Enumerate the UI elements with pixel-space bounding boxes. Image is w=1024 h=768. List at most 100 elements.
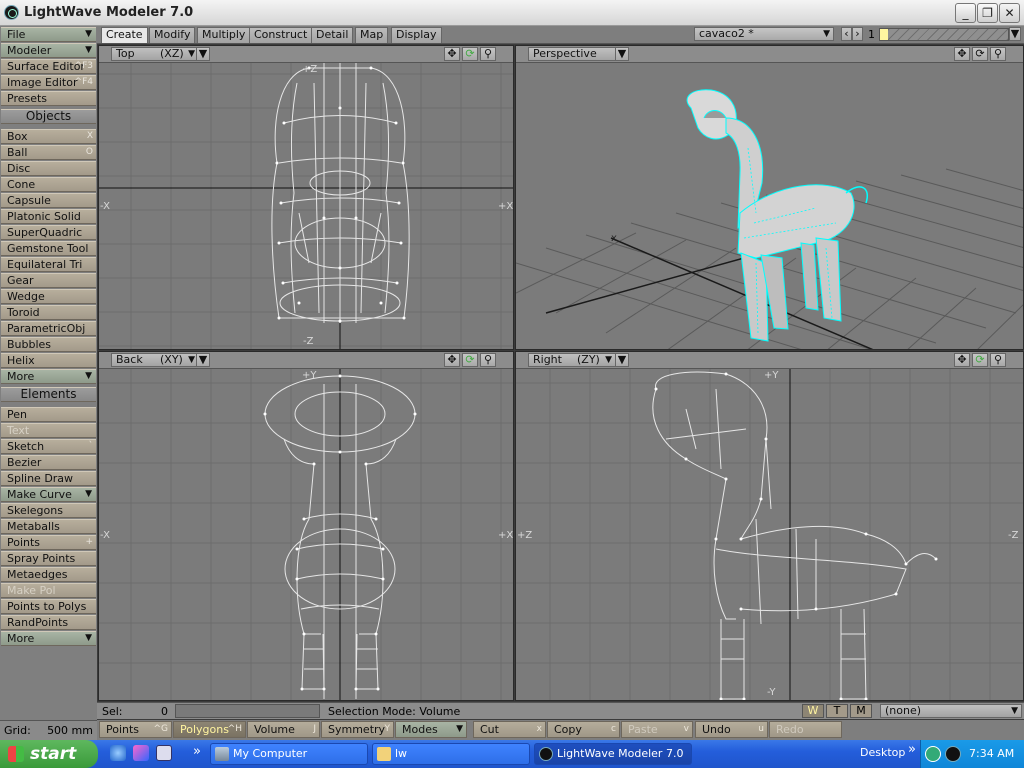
viewport-top-canvas[interactable] [99,63,514,350]
tool-button-bubbles[interactable]: Bubbles [1,337,96,352]
rotate-icon[interactable]: ⟳ [462,47,478,61]
tool-button-image-editor[interactable]: Image Editor ^F4 [1,75,96,90]
tool-button-points-to-polys[interactable]: Points to Polys [1,599,96,614]
tool-button-spray-points[interactable]: Spray Points [1,551,96,566]
tool-button-presets[interactable]: Presets [1,91,96,106]
tool-button-pen[interactable]: Pen [1,407,96,422]
zoom-icon[interactable]: ⚲ [480,47,496,61]
tool-button-make-curve[interactable]: Make Curve ▼ [1,487,96,502]
start-button[interactable]: start [0,740,98,768]
viewport-top-render-mode-icon[interactable]: ▼ [196,47,210,61]
zoom-icon[interactable]: ⚲ [480,353,496,367]
taskbar-item-lw[interactable]: lw [372,743,530,765]
tab-map[interactable]: Map [355,27,389,43]
tool-button-cone[interactable]: Cone [1,177,96,192]
tool-button-metaedges[interactable]: Metaedges [1,567,96,582]
tool-button-ball[interactable]: Ball O [1,145,96,160]
rotate-icon[interactable]: ⟳ [972,353,988,367]
clock[interactable]: 7:34 AM [969,740,1014,768]
tab-construct[interactable]: Construct [249,27,313,43]
tool-button-randpoints[interactable]: RandPoints [1,615,96,630]
texture-toggle[interactable]: T [826,704,848,718]
taskbar-item-lightwave[interactable]: LightWave Modeler 7.0 [534,743,692,765]
tab-create[interactable]: Create [101,27,148,43]
pan-icon[interactable]: ✥ [444,353,460,367]
close-button[interactable]: ✕ [999,3,1020,23]
viewport-right-render-mode-icon[interactable]: ▼ [615,353,629,367]
morph-toggle[interactable]: M [850,704,872,718]
tool-button-file[interactable]: File ▼ [1,27,96,42]
tool-button-gemstone-tool[interactable]: Gemstone Tool [1,241,96,256]
modes-dropdown[interactable]: Modes ▼ [395,721,467,738]
tool-button-metaballs[interactable]: Metaballs [1,519,96,534]
tab-detail[interactable]: Detail [311,27,354,43]
tool-button-modeler[interactable]: Modeler ▼ [1,43,96,58]
active-layer-slot[interactable] [880,29,888,40]
internet-explorer-icon[interactable] [110,745,126,761]
viewport-perspective-view-select[interactable]: Perspective ▼ [528,47,626,61]
prev-layer-icon[interactable]: ‹ [841,27,852,41]
paste-button[interactable]: Paste v [621,721,693,738]
undo-button[interactable]: Undo u [695,721,768,738]
viewport-back-render-mode-icon[interactable]: ▼ [196,353,210,367]
rotate-icon[interactable]: ⟳ [462,353,478,367]
tool-button-make-pol[interactable]: Make Pol [1,583,96,598]
tool-button-skelegons[interactable]: Skelegons [1,503,96,518]
viewport-right-canvas[interactable] [516,369,1024,701]
pan-icon[interactable]: ✥ [954,47,970,61]
viewport-right[interactable]: Right (ZY) ▼ ▼ ✥ ⟳ ⚲ +Y -Y +Z -Z [515,351,1024,701]
tool-button-more[interactable]: More ▼ [1,631,96,646]
lightwave-tray-icon[interactable] [945,746,961,762]
quicklaunch-app-icon[interactable] [133,745,149,761]
tool-button-bezier[interactable]: Bezier [1,455,96,470]
minimize-button[interactable]: _ [955,3,976,23]
object-selector[interactable]: cavaco2 * ▼ [694,27,834,41]
tab-display[interactable]: Display [391,27,442,43]
pan-icon[interactable]: ✥ [444,47,460,61]
cut-button[interactable]: Cut x [473,721,546,738]
points-mode-button[interactable]: Points ^G [99,721,172,738]
copy-button[interactable]: Copy c [547,721,620,738]
tool-button-points[interactable]: Points + [1,535,96,550]
tab-modify[interactable]: Modify [149,27,196,43]
show-desktop-icon[interactable] [156,745,172,761]
viewport-top[interactable]: Top (XZ) ▼ ▼ ✥ ⟳ ⚲ +Z -Z -X +X [98,45,514,350]
desktop-toolbar-label[interactable]: Desktop [860,746,905,759]
viewport-perspective[interactable]: Perspective ▼ ▼ ✥ ⟳ ⚲ x [515,45,1024,350]
zoom-icon[interactable]: ⚲ [990,353,1006,367]
tool-button-platonic-solid[interactable]: Platonic Solid [1,209,96,224]
viewport-back-view-select[interactable]: Back (XY) ▼ [111,353,199,367]
taskbar-item-my-computer[interactable]: My Computer [210,743,368,765]
viewport-perspective-render-mode-icon[interactable]: ▼ [615,47,629,61]
viewport-back[interactable]: Back (XY) ▼ ▼ ✥ ⟳ ⚲ +Y -X +X [98,351,514,701]
wireframe-toggle[interactable]: W [802,704,824,718]
viewport-top-view-select[interactable]: Top (XZ) ▼ [111,47,199,61]
tab-multiply[interactable]: Multiply [197,27,251,43]
tool-button-gear[interactable]: Gear [1,273,96,288]
tool-button-box[interactable]: Box X [1,129,96,144]
tool-button-spline-draw[interactable]: Spline Draw [1,471,96,486]
polygons-mode-button[interactable]: Polygons ^H [173,721,246,738]
surface-select[interactable]: (none) ▼ [880,704,1022,718]
pan-icon[interactable]: ✥ [954,353,970,367]
tray-arrow-icon[interactable] [925,746,941,762]
tool-button-toroid[interactable]: Toroid [1,305,96,320]
tool-button-wedge[interactable]: Wedge [1,289,96,304]
redo-button[interactable]: Redo [769,721,842,738]
rotate-icon[interactable]: ⟳ [972,47,988,61]
tool-button-parametricobj[interactable]: ParametricObj [1,321,96,336]
tool-button-capsule[interactable]: Capsule [1,193,96,208]
next-layer-icon[interactable]: › [852,27,863,41]
tool-button-equilateral-tri[interactable]: Equilateral Tri [1,257,96,272]
layer-bank-dropdown-icon[interactable]: ▼ [1009,27,1021,41]
volume-mode-button[interactable]: Volume J [247,721,320,738]
tool-button-superquadric[interactable]: SuperQuadric [1,225,96,240]
tool-button-helix[interactable]: Helix [1,353,96,368]
lightwave-app-icon[interactable] [4,5,19,20]
symmetry-button[interactable]: Symmetry Y [321,721,394,738]
tool-button-surface-editor[interactable]: Surface Editor ^F3 [1,59,96,74]
desktop-toolbar-more-icon[interactable]: » [908,742,916,757]
viewport-perspective-canvas[interactable]: x [516,63,1024,350]
tool-button-disc[interactable]: Disc [1,161,96,176]
tool-button-more[interactable]: More ▼ [1,369,96,384]
